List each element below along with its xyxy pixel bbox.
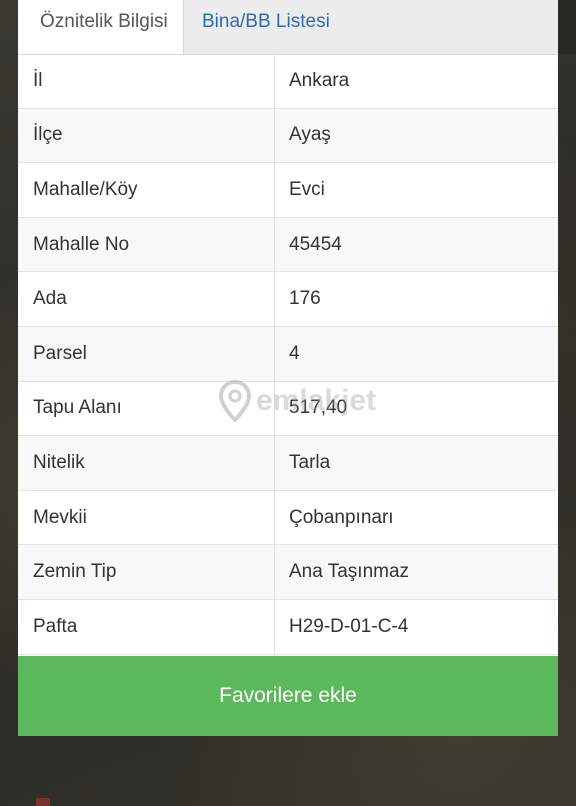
row-value: H29-D-01-C-4 (289, 615, 409, 637)
table-row: Zemin Tip Ana Taşınmaz (18, 545, 558, 600)
map-edge (558, 0, 576, 54)
row-value: 4 (289, 342, 300, 364)
row-key: Tapu Alanı (18, 381, 275, 436)
attribute-table: İl Ankara İlçe Ayaş Mahalle/Köy Evci Mah… (18, 54, 558, 655)
row-key: İlçe (18, 108, 275, 163)
row-value: Çobanpınarı (289, 506, 394, 528)
table-row: İlçe Ayaş (18, 108, 558, 164)
row-value: 517,40 (289, 397, 348, 419)
map-marker (36, 798, 50, 806)
row-value: Ayaş (289, 124, 331, 146)
row-key: Mevkii (18, 490, 275, 545)
row-key: İl (18, 54, 275, 108)
row-key: Nitelik (18, 436, 275, 490)
row-value: 45454 (289, 233, 342, 255)
table-row: İl Ankara (18, 54, 558, 109)
table-row: Pafta H29-D-01-C-4 (18, 599, 558, 655)
tab-attribute-info[interactable]: Öznitelik Bilgisi (18, 0, 184, 54)
row-key: Pafta (18, 599, 275, 654)
row-key: Ada (18, 272, 275, 326)
table-row: Ada 176 (18, 272, 558, 327)
table-row: Mahalle/Köy Evci (18, 163, 558, 218)
row-value: Evci (289, 178, 325, 200)
row-value: Tarla (289, 451, 331, 473)
add-to-favorites-button[interactable]: Favorilere ekle (18, 656, 558, 736)
attribute-panel: Öznitelik Bilgisi Bina/BB Listesi İl Ank… (18, 0, 558, 736)
tab-building-list[interactable]: Bina/BB Listesi (184, 0, 330, 54)
row-key: Zemin Tip (18, 545, 275, 599)
row-value: Ankara (289, 69, 350, 91)
row-key: Mahalle No (18, 217, 275, 272)
table-row: Mevkii Çobanpınarı (18, 490, 558, 546)
table-row: Mahalle No 45454 (18, 217, 558, 273)
row-value: Ana Taşınmaz (289, 561, 410, 583)
row-value: 176 (289, 288, 321, 310)
table-row: Tapu Alanı 517,40 (18, 381, 558, 437)
row-key: Mahalle/Köy (18, 163, 275, 217)
table-row: Nitelik Tarla (18, 436, 558, 491)
row-key: Parsel (18, 326, 275, 381)
table-row: Parsel 4 (18, 326, 558, 382)
tab-bar: Öznitelik Bilgisi Bina/BB Listesi (18, 0, 558, 55)
